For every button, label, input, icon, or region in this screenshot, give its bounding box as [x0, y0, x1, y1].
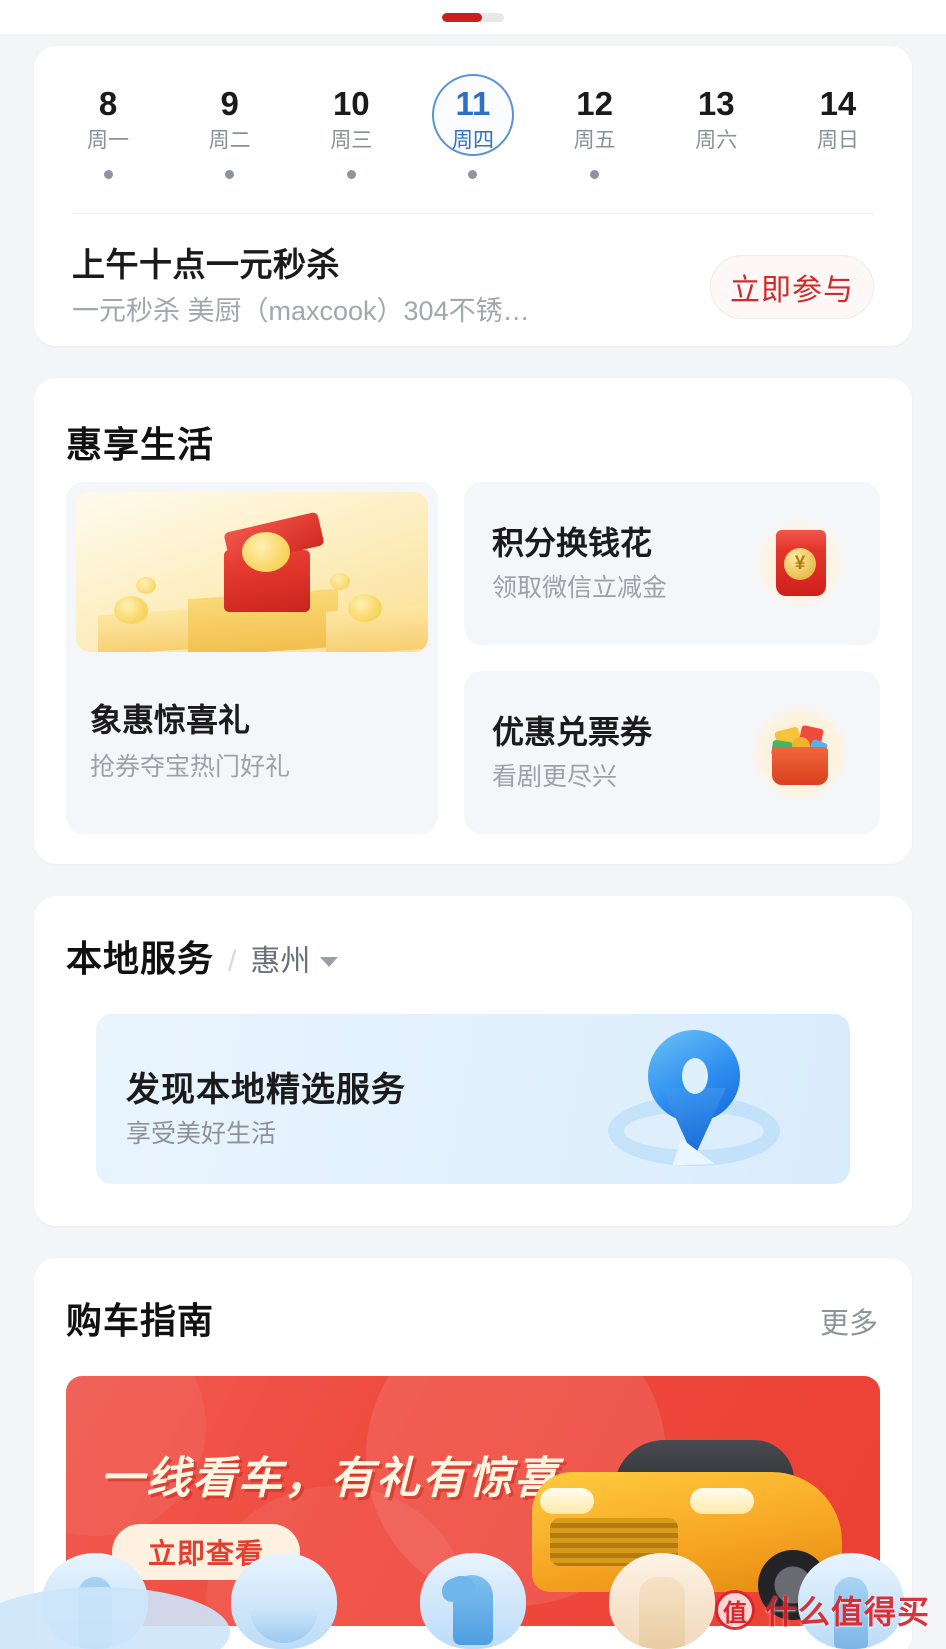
date-item-12[interactable]: 12 周五 — [543, 80, 647, 179]
date-item-9[interactable]: 9 周二 — [178, 80, 282, 179]
life-card-subtitle: 看剧更尽兴 — [492, 762, 618, 791]
watermark: 值 什么值得买 — [714, 1587, 930, 1633]
date-dot — [225, 170, 235, 179]
date-dot — [346, 170, 356, 179]
car-banner-headline: 一线看车，有礼有惊喜 — [100, 1454, 560, 1503]
life-featured-title: 象惠惊喜礼 — [90, 702, 251, 738]
date-weekday: 周三 — [330, 129, 373, 152]
red-packet-icon: ¥ — [748, 512, 852, 616]
life-benefits-section: 惠享生活 象惠惊喜礼 抢券夺宝热门好礼 积分换钱花 领取微信立减金 ¥ 优惠兑票… — [34, 378, 912, 864]
local-banner-title: 发现本地精选服务 — [126, 1071, 406, 1109]
section-title-local: 本地服务 — [66, 938, 215, 979]
app-screen: 8 周一 9 周二 10 周三 11 周四 12 周五 13 周六 14 周日 … — [0, 0, 946, 1649]
date-number: 11 — [455, 85, 491, 122]
date-weekday: 周一 — [87, 129, 129, 152]
life-featured-card[interactable]: 象惠惊喜礼 抢券夺宝热门好礼 — [66, 482, 438, 834]
date-item-14[interactable]: 14 周日 — [786, 80, 890, 179]
carousel-progress-thumb — [442, 12, 482, 22]
gift-box-icon — [76, 492, 428, 652]
date-dot — [468, 170, 478, 179]
seckill-text-block: 上午十点一元秒杀 一元秒杀 美厨（maxcook）304不锈… — [72, 243, 710, 331]
date-item-11-selected[interactable]: 11 周四 — [421, 74, 525, 179]
date-dot — [590, 170, 600, 179]
date-dot — [103, 170, 113, 179]
date-number: 8 — [98, 85, 118, 122]
date-item-13[interactable]: 13 周六 — [664, 80, 768, 179]
banner-dot-active[interactable] — [270, 1590, 292, 1600]
more-link-car[interactable]: 更多 — [820, 1300, 878, 1342]
life-side-cards: 积分换钱花 领取微信立减金 ¥ 优惠兑票券 看剧更尽兴 — [464, 482, 880, 834]
date-weekday: 周日 — [816, 129, 859, 152]
carousel-progress — [0, 0, 946, 34]
date-weekday: 周五 — [573, 129, 616, 152]
date-number: 12 — [576, 85, 613, 122]
date-dot — [712, 170, 721, 179]
seckill-title: 上午十点一元秒杀 — [72, 246, 340, 283]
banner-dot[interactable] — [318, 1590, 328, 1600]
life-card-points-exchange[interactable]: 积分换钱花 领取微信立减金 ¥ — [464, 482, 880, 645]
location-pin-icon — [604, 1024, 784, 1184]
life-featured-text: 象惠惊喜礼 抢券夺宝热门好礼 — [66, 652, 438, 786]
life-card-title: 积分换钱花 — [492, 524, 653, 561]
carousel-progress-track — [442, 12, 504, 22]
life-card-text: 积分换钱花 领取微信立减金 — [492, 521, 748, 607]
chevron-down-icon[interactable] — [320, 957, 339, 967]
local-banner-subtitle: 享受美好生活 — [126, 1120, 277, 1148]
date-item-8[interactable]: 8 周一 — [56, 80, 160, 179]
watermark-badge: 值 — [714, 1590, 755, 1630]
date-weekday: 周六 — [695, 129, 738, 152]
local-service-section: 本地服务 / 惠州 发现本地精选服务 享受美好生活 — [34, 896, 912, 1226]
header-separator: / — [228, 945, 237, 978]
date-weekday: 周二 — [208, 129, 251, 152]
date-number: 10 — [332, 85, 370, 122]
seckill-subtitle: 一元秒杀 美厨（maxcook）304不锈… — [72, 296, 530, 326]
red-packet-coin-symbol: ¥ — [784, 547, 816, 580]
date-number: 13 — [697, 85, 735, 122]
life-card-title: 优惠兑票券 — [492, 713, 653, 750]
seckill-card: 8 周一 9 周二 10 周三 11 周四 12 周五 13 周六 14 周日 … — [34, 46, 912, 346]
seckill-divider — [72, 213, 874, 214]
banner-dot[interactable] — [252, 1590, 262, 1600]
life-card-text: 优惠兑票券 看剧更尽兴 — [492, 710, 748, 796]
section-title-car: 购车指南 — [66, 1300, 215, 1341]
date-number: 14 — [819, 85, 857, 122]
date-selector[interactable]: 8 周一 9 周二 10 周三 11 周四 12 周五 13 周六 14 周日 — [34, 46, 912, 179]
date-weekday: 周四 — [451, 129, 494, 152]
date-dot — [833, 170, 842, 179]
city-selector-label[interactable]: 惠州 — [250, 936, 310, 980]
banner-dot[interactable] — [300, 1590, 310, 1600]
life-grid: 象惠惊喜礼 抢券夺宝热门好礼 积分换钱花 领取微信立减金 ¥ 优惠兑票券 看剧更… — [66, 482, 880, 834]
view-now-button[interactable]: 立即查看 — [112, 1524, 300, 1580]
join-now-button[interactable]: 立即参与 — [710, 255, 874, 319]
date-item-10[interactable]: 10 周三 — [299, 80, 403, 179]
banner-pagination-dots[interactable] — [252, 1590, 328, 1600]
watermark-text: 什么值得买 — [764, 1594, 930, 1630]
coupon-basket-icon — [748, 701, 852, 805]
life-card-coupon-exchange[interactable]: 优惠兑票券 看剧更尽兴 — [464, 671, 880, 834]
seckill-promo-row[interactable]: 上午十点一元秒杀 一元秒杀 美厨（maxcook）304不锈… 立即参与 — [34, 232, 912, 342]
section-title-life: 惠享生活 — [66, 424, 215, 465]
date-number: 9 — [220, 85, 239, 122]
local-service-header: 本地服务 / 惠州 — [66, 930, 339, 982]
life-card-subtitle: 领取微信立减金 — [492, 573, 668, 602]
life-featured-subtitle: 抢券夺宝热门好礼 — [90, 753, 291, 781]
local-service-banner[interactable]: 发现本地精选服务 享受美好生活 — [96, 1014, 850, 1184]
